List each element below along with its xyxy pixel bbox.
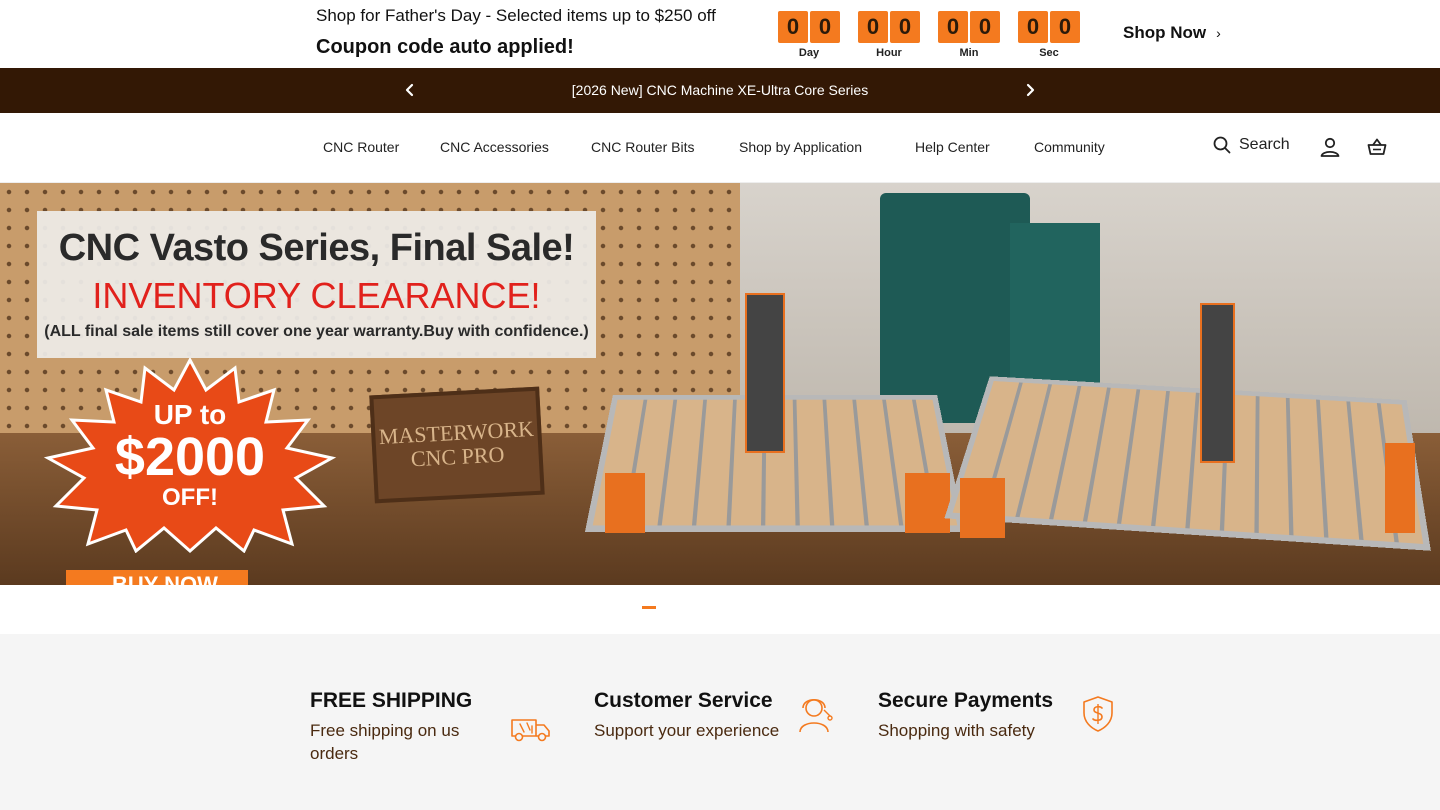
cnc-spindle-image bbox=[745, 293, 785, 453]
countdown-day: 0 0 Day bbox=[777, 11, 841, 59]
search-label: Search bbox=[1239, 136, 1290, 153]
truck-icon bbox=[511, 719, 550, 742]
badge-off: OFF! bbox=[162, 483, 218, 511]
hero-text-panel: CNC Vasto Series, Final Sale! INVENTORY … bbox=[37, 211, 596, 358]
countdown-digit: 0 bbox=[778, 11, 808, 43]
promo-headline: Shop for Father's Day - Selected items u… bbox=[316, 6, 716, 25]
announcement-text[interactable]: [2026 New] CNC Machine XE-Ultra Core Ser… bbox=[0, 82, 1440, 98]
promo-bar: Shop for Father's Day - Selected items u… bbox=[0, 0, 1440, 68]
cnc-frame-image bbox=[605, 473, 645, 533]
cnc-frame-image bbox=[905, 473, 950, 533]
search-button[interactable]: Search bbox=[1213, 136, 1290, 154]
discount-badge: UP to $2000 OFF! bbox=[40, 358, 340, 553]
support-agent-icon bbox=[799, 698, 833, 733]
hero-subtitle: INVENTORY CLEARANCE! bbox=[92, 275, 541, 316]
countdown-label: Min bbox=[959, 47, 979, 59]
nav-item-cnc-router-bits[interactable]: CNC Router Bits bbox=[591, 139, 694, 155]
countdown-digit: 0 bbox=[810, 11, 840, 43]
feature-description: Free shipping on us orders bbox=[310, 721, 460, 763]
cart-icon[interactable] bbox=[1365, 135, 1389, 159]
shield-dollar-icon bbox=[1083, 696, 1113, 732]
chevron-right-icon: › bbox=[1216, 25, 1221, 41]
countdown-label: Sec bbox=[1039, 47, 1059, 59]
nav-item-community[interactable]: Community bbox=[1034, 139, 1105, 155]
chevron-right-icon bbox=[1026, 83, 1035, 97]
nav-item-cnc-router[interactable]: CNC Router bbox=[323, 139, 399, 155]
announcement-bar: [2026 New] CNC Machine XE-Ultra Core Ser… bbox=[0, 68, 1440, 113]
search-icon bbox=[1213, 136, 1231, 154]
countdown-sec: 0 0 Sec bbox=[1017, 11, 1081, 59]
main-nav: CNC Router CNC Accessories CNC Router Bi… bbox=[0, 113, 1440, 183]
countdown-hour: 0 0 Hour bbox=[857, 11, 921, 59]
hero-banner[interactable]: MASTERWORK CNC PRO CNC Vasto Series, Fin… bbox=[0, 183, 1440, 585]
countdown-digit: 0 bbox=[890, 11, 920, 43]
nav-item-shop-by-application[interactable]: Shop by Application bbox=[739, 139, 862, 155]
shop-now-label: Shop Now bbox=[1123, 23, 1207, 42]
nav-item-help-center[interactable]: Help Center bbox=[915, 139, 990, 155]
masterwork-plaque-image: MASTERWORK CNC PRO bbox=[369, 386, 545, 504]
countdown-min: 0 0 Min bbox=[937, 11, 1001, 59]
badge-up-to: UP to bbox=[153, 399, 227, 431]
promo-coupon-text: Coupon code auto applied! bbox=[316, 36, 574, 58]
countdown-digit: 0 bbox=[970, 11, 1000, 43]
countdown-digit: 0 bbox=[1018, 11, 1048, 43]
announcement-next-button[interactable] bbox=[1018, 78, 1042, 102]
carousel-dot-active[interactable] bbox=[642, 606, 656, 609]
buy-now-button[interactable]: BUY NOW bbox=[66, 570, 248, 585]
hero-title: CNC Vasto Series, Final Sale! bbox=[58, 227, 575, 269]
shop-now-link[interactable]: Shop Now › bbox=[1123, 23, 1221, 43]
badge-amount: $2000 bbox=[114, 427, 266, 488]
plaque-line: CNC PRO bbox=[410, 441, 505, 472]
cnc-frame-image bbox=[960, 478, 1005, 538]
countdown-digit: 0 bbox=[858, 11, 888, 43]
nav-item-cnc-accessories[interactable]: CNC Accessories bbox=[440, 139, 549, 155]
cnc-spindle-image bbox=[1200, 303, 1235, 463]
account-icon[interactable] bbox=[1318, 135, 1342, 159]
countdown-timer: 0 0 Day 0 0 Hour 0 0 Min 0 0 Sec bbox=[777, 11, 1081, 59]
countdown-digit: 0 bbox=[938, 11, 968, 43]
features-section: FREE SHIPPING Free shipping on us orders… bbox=[0, 634, 1440, 810]
cnc-frame-image bbox=[1385, 443, 1415, 533]
countdown-digit: 0 bbox=[1050, 11, 1080, 43]
countdown-label: Day bbox=[798, 47, 820, 59]
hero-note: (ALL final sale items still cover one ye… bbox=[44, 323, 589, 340]
countdown-label: Hour bbox=[876, 47, 902, 59]
